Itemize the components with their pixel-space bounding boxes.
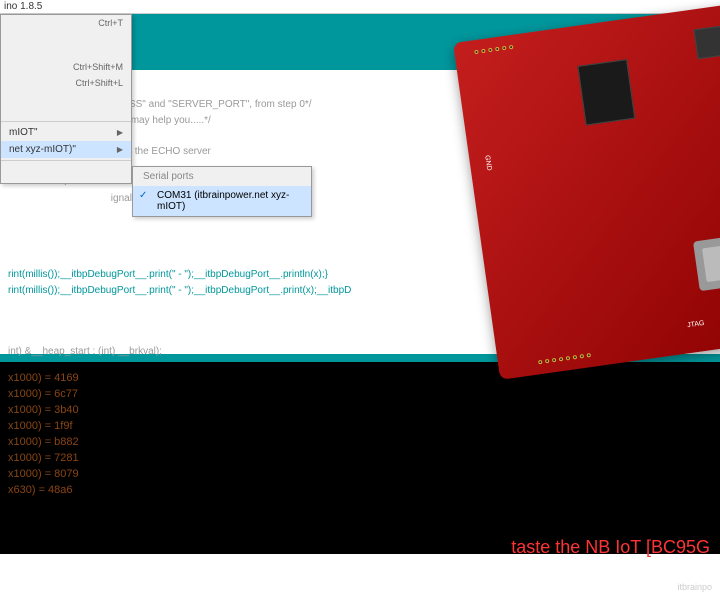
menu-separator — [1, 160, 131, 161]
gpio-header — [538, 353, 591, 364]
board-image: GND JTAG — [453, 0, 720, 380]
console-line: x1000) = 6c77 — [8, 386, 712, 402]
chevron-right-icon: ▶ — [117, 145, 123, 154]
port-option-com31[interactable]: ✓ COM31 (itbrainpower.net xyz-mIOT) — [133, 186, 311, 216]
console-line: x1000) = 8079 — [8, 466, 712, 482]
console-line: x1000) = 1f9f — [8, 418, 712, 434]
sim-slot — [693, 232, 720, 291]
board-text: JTAG — [687, 320, 705, 329]
console-line: x630) = 48a6 — [8, 482, 712, 498]
shortcut-label: Ctrl+Shift+M — [73, 62, 123, 72]
tools-menu: Ctrl+T Ctrl+Shift+M Ctrl+Shift+L mIOT"▶ … — [0, 14, 132, 184]
port-label: COM31 (itbrainpower.net xyz-mIOT) — [157, 190, 289, 212]
code-line: int) &__heap_start : (int) __brkval); — [8, 346, 162, 357]
check-icon: ✓ — [139, 190, 147, 201]
branding-text: itbrainpo — [677, 582, 712, 592]
menu-item-board[interactable]: mIOT" ▶ — [1, 124, 131, 141]
submenu-header: Serial ports — [133, 167, 311, 186]
gpio-header — [474, 45, 513, 54]
console-line: x1000) = b882 — [8, 434, 712, 450]
board-text: GND — [483, 155, 492, 171]
window-titlebar: ino 1.8.5 — [0, 0, 720, 14]
code-line: ignaling] — [8, 193, 148, 204]
menu-item-port[interactable]: net xyz-mIOT)" ▶ — [1, 141, 131, 158]
shortcut-label: Ctrl+T — [98, 18, 123, 28]
menu-item-serial-monitor[interactable]: Ctrl+Shift+M — [1, 59, 131, 75]
menu-item-autoformat[interactable]: Ctrl+T — [1, 15, 131, 31]
menu-label: mIOT" — [9, 127, 38, 138]
chevron-right-icon: ▶ — [117, 128, 123, 137]
menu-item-serial-plotter[interactable]: Ctrl+Shift+L — [1, 75, 131, 91]
mcu-chip — [577, 59, 635, 125]
console-line: x1000) = 7281 — [8, 450, 712, 466]
usb-connector — [693, 24, 720, 59]
menu-label: net xyz-mIOT)" — [9, 144, 76, 155]
menu-separator — [1, 121, 131, 122]
console-line: x1000) = 4169 — [8, 370, 712, 386]
console-line: x1000) = 3b40 — [8, 402, 712, 418]
code-line: rint(millis());__itbpDebugPort__.print("… — [8, 285, 351, 296]
port-submenu: Serial ports ✓ COM31 (itbrainpower.net x… — [132, 166, 312, 217]
shortcut-label: Ctrl+Shift+L — [75, 78, 123, 88]
serial-console[interactable]: x1000) = 4169 x1000) = 6c77 x1000) = 3b4… — [0, 354, 720, 554]
tagline-text: taste the NB IoT [BC95G — [511, 537, 710, 558]
code-line: rint(millis());__itbpDebugPort__.print("… — [8, 269, 328, 280]
